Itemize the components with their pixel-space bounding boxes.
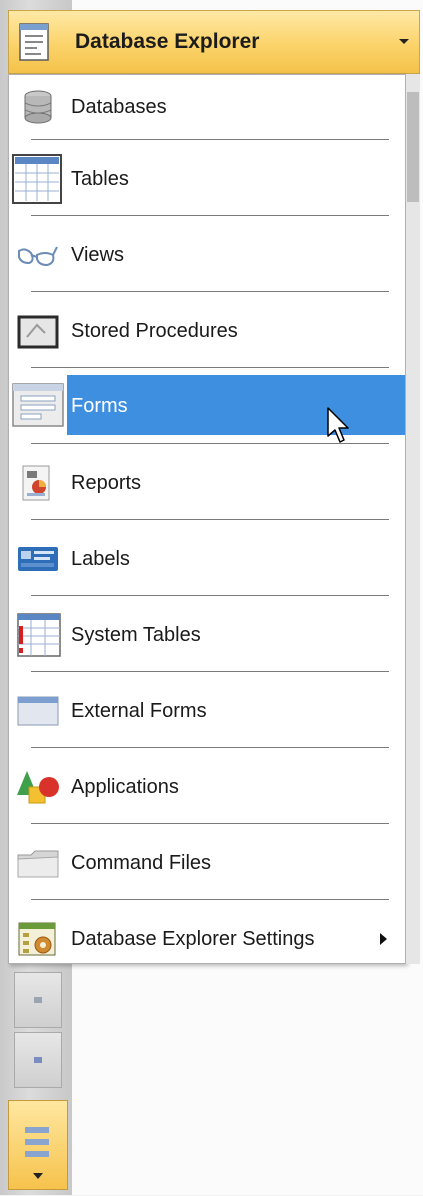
menu-item-label: Database Explorer Settings: [71, 927, 315, 950]
menu-divider: [31, 595, 389, 596]
collapsed-panel-button-2[interactable]: [14, 1032, 62, 1088]
menu-divider: [31, 519, 389, 520]
database-explorer-icon: [17, 22, 53, 62]
menu-divider: [31, 139, 389, 140]
menu-divider: [31, 671, 389, 672]
menu-item-label: System Tables: [71, 623, 201, 646]
report-icon: [15, 463, 61, 503]
menu-item-database-explorer-settings[interactable]: Database Explorer Settings: [9, 907, 405, 971]
chevron-down-icon[interactable]: [397, 37, 409, 47]
menu-item-stored-procedures[interactable]: Stored Procedures: [9, 299, 405, 363]
label-icon: [15, 539, 61, 579]
menu-item-label: Labels: [71, 547, 130, 570]
menu-item-label: Forms: [71, 395, 128, 417]
menu-item-label: Tables: [71, 167, 129, 190]
menu-item-external-forms[interactable]: External Forms: [9, 679, 405, 743]
navigation-pane-button[interactable]: [8, 1100, 68, 1190]
menu-item-databases[interactable]: Databases: [9, 75, 405, 139]
menu-item-label: Databases: [71, 95, 167, 118]
explorer-menu: Databases Tables Views Stored Procedures…: [8, 74, 406, 964]
menu-item-command-files[interactable]: Command Files: [9, 831, 405, 895]
system-table-icon: [15, 612, 65, 658]
panel-icon: [34, 997, 42, 1003]
menu-divider: [31, 823, 389, 824]
menu-item-reports[interactable]: Reports: [9, 451, 405, 515]
menu-item-label: Applications: [71, 775, 179, 798]
database-explorer-header[interactable]: Database Explorer: [8, 10, 420, 74]
folder-icon: [15, 843, 61, 883]
database-icon: [15, 87, 61, 127]
application-icon: [15, 767, 61, 807]
menu-item-label: Reports: [71, 471, 142, 494]
submenu-arrow-icon: [380, 933, 387, 945]
table-icon: [11, 153, 63, 205]
menu-divider: [31, 367, 389, 368]
menu-divider: [31, 291, 389, 292]
menu-divider: [31, 215, 389, 216]
glasses-icon: [15, 235, 61, 275]
navigation-pane-icon: [25, 1127, 49, 1179]
collapsed-panel-button-1[interactable]: [14, 972, 62, 1028]
mouse-cursor-icon: [327, 407, 349, 443]
menu-item-label: Views: [71, 243, 124, 266]
stored-procedure-icon: [15, 311, 61, 351]
header-title: Database Explorer: [75, 30, 260, 53]
menu-item-labels[interactable]: Labels: [9, 527, 405, 591]
panel-icon: [34, 1057, 42, 1063]
menu-item-views[interactable]: Views: [9, 223, 405, 287]
form-icon: [11, 380, 65, 430]
vertical-scrollbar[interactable]: [406, 74, 420, 964]
scrollbar-thumb[interactable]: [407, 92, 419, 202]
menu-item-applications[interactable]: Applications: [9, 755, 405, 819]
external-form-icon: [15, 691, 61, 731]
menu-item-system-tables[interactable]: System Tables: [9, 603, 405, 667]
menu-item-tables[interactable]: Tables: [9, 147, 405, 211]
menu-item-label: Command Files: [71, 851, 212, 874]
menu-divider: [31, 747, 389, 748]
menu-item-label: Stored Procedures: [71, 319, 238, 342]
settings-icon: [15, 919, 61, 959]
menu-divider: [31, 899, 389, 900]
menu-item-label: External Forms: [71, 699, 207, 722]
